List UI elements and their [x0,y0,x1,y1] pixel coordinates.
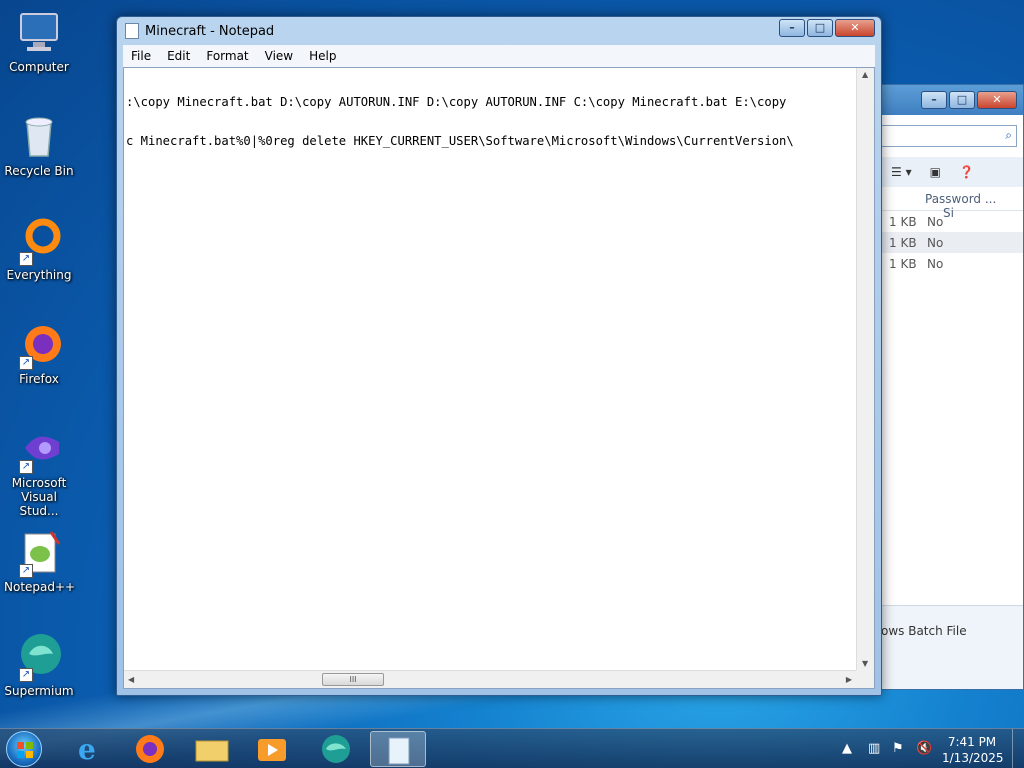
column-header[interactable]: Password ... Si [861,187,1023,220]
desktop-icon-label: Computer [9,60,69,74]
menu-help[interactable]: Help [301,49,344,63]
desktop-icon-label: Microsoft Visual Stud... [11,476,67,518]
taskbar-internet-explorer[interactable]: e [62,731,118,767]
minimize-button[interactable]: – [779,19,805,37]
close-button[interactable]: ✕ [835,19,875,37]
file-password: No [927,257,944,271]
desktop-icon-label: Everything [6,268,72,282]
file-password: No [927,215,944,229]
column-header-size-cut[interactable]: Si [943,206,954,220]
size-grip[interactable] [856,670,874,688]
desktop-icon-everything[interactable]: ↗ Everything [4,216,74,282]
column-header-password[interactable]: Password ... [925,192,996,206]
shortcut-arrow-icon: ↗ [19,460,33,474]
notepad-titlebar[interactable]: Minecraft - Notepad – □ ✕ [117,17,881,45]
notepad-window[interactable]: Minecraft - Notepad – □ ✕ File Edit Form… [116,16,882,696]
start-button[interactable] [6,731,42,767]
maximize-button[interactable]: □ [807,19,833,37]
file-row[interactable]: 1 KB No [861,232,1023,253]
media-player-icon [258,739,286,761]
scroll-down-icon[interactable]: ▼ [862,659,868,668]
scroll-left-icon[interactable]: ◀ [128,675,134,684]
editor-line: :\copy Minecraft.bat D:\copy AUTORUN.INF… [126,95,787,109]
desktop-icon-notepad-plus-plus[interactable]: ↗ Notepad++ [4,528,76,594]
svg-text:e: e [78,733,96,766]
desktop-icon-label: Firefox [19,372,59,386]
explorer-window[interactable]: – □ ✕ ⌕ ☰ ▾ ▣ ❓ Password ... Si 1 KB No … [860,84,1024,690]
desktop-icon-label: Recycle Bin [4,164,74,178]
maximize-button[interactable]: □ [949,91,975,109]
firefox-icon [136,735,164,763]
shortcut-arrow-icon: ↗ [19,564,33,578]
details-pane: ows Batch File [861,605,1023,689]
vertical-scrollbar[interactable]: ▲ ▼ [856,68,874,670]
explorer-toolbar: ☰ ▾ ▣ ❓ [861,157,1023,187]
visual-studio-icon: ↗ [15,424,63,474]
taskbar-notepad[interactable] [370,731,426,767]
close-button[interactable]: ✕ [977,91,1017,109]
scroll-up-icon[interactable]: ▲ [862,70,868,79]
firefox-icon: ↗ [15,320,63,370]
file-password: No [927,236,944,250]
desktop-icon-recycle-bin[interactable]: Recycle Bin [4,112,74,178]
action-center-flag-icon[interactable]: ⚑ [892,741,908,757]
menu-format[interactable]: Format [198,49,256,63]
file-row[interactable]: 1 KB No [861,253,1023,274]
menu-edit[interactable]: Edit [159,49,198,63]
menu-file[interactable]: File [123,49,159,63]
notepad-icon [125,23,139,39]
horizontal-scrollbar[interactable]: ◀ III ▶ [124,670,856,688]
menu-view[interactable]: View [257,49,301,63]
everything-icon: ↗ [15,216,63,266]
windows-logo-icon [17,742,33,758]
file-type-text: ows Batch File [881,624,967,638]
supermium-icon: ↗ [15,632,63,682]
show-desktop-button[interactable] [1012,729,1024,768]
preview-pane-icon[interactable]: ▣ [930,165,941,179]
shortcut-arrow-icon: ↗ [19,356,33,370]
views-icon[interactable]: ☰ ▾ [891,165,912,179]
help-icon[interactable]: ❓ [959,165,974,179]
notepad-plus-plus-icon: ↗ [15,528,63,578]
search-icon[interactable]: ⌕ [1005,128,1012,143]
recycle-bin-icon [15,112,63,160]
file-explorer-icon [195,740,229,762]
network-icon[interactable]: ▥ [868,741,884,757]
desktop-icon-firefox[interactable]: ↗ Firefox [4,320,74,386]
taskbar: e ▲ ▥ ⚑ 🔇 7:41 PM 1/13/2025 [0,728,1024,768]
taskbar-file-explorer[interactable] [184,731,240,767]
editor-line: c Minecraft.bat%0|%0reg delete HKEY_CURR… [126,134,794,148]
desktop-icon-label: Notepad++ [4,580,76,594]
desktop-icon-supermium[interactable]: ↗ Supermium [4,632,74,698]
shortcut-arrow-icon: ↗ [19,252,33,266]
computer-icon [15,8,63,56]
editor-content[interactable]: :\copy Minecraft.bat D:\copy AUTORUN.INF… [126,70,852,174]
clock[interactable]: 7:41 PM 1/13/2025 [942,734,1004,766]
volume-muted-icon[interactable]: 🔇 [916,741,932,757]
window-title: Minecraft - Notepad [145,23,275,39]
internet-explorer-icon: e [78,733,96,766]
scroll-right-icon[interactable]: ▶ [846,675,852,684]
explorer-titlebar[interactable]: – □ ✕ [861,85,1023,115]
taskbar-media-player[interactable] [244,731,300,767]
shortcut-arrow-icon: ↗ [19,668,33,682]
notepad-icon [388,737,410,765]
show-hidden-icons-icon[interactable]: ▲ [842,741,858,757]
taskbar-supermium[interactable] [308,731,364,767]
taskbar-firefox[interactable] [122,731,178,767]
supermium-icon [322,735,350,763]
desktop-icon-computer[interactable]: Computer [4,8,74,74]
menu-bar: File Edit Format View Help [123,45,875,67]
clock-date: 1/13/2025 [942,751,1004,765]
desktop-icon-label: Supermium [4,684,74,698]
desktop-icon-visual-studio[interactable]: ↗ Microsoft Visual Stud... [4,424,74,518]
search-input[interactable]: ⌕ [881,125,1017,147]
file-row[interactable]: 1 KB No [861,211,1023,232]
clock-time: 7:41 PM [947,735,997,749]
scroll-thumb[interactable]: III [322,673,384,686]
text-editor[interactable]: :\copy Minecraft.bat D:\copy AUTORUN.INF… [123,67,875,689]
minimize-button[interactable]: – [921,91,947,109]
